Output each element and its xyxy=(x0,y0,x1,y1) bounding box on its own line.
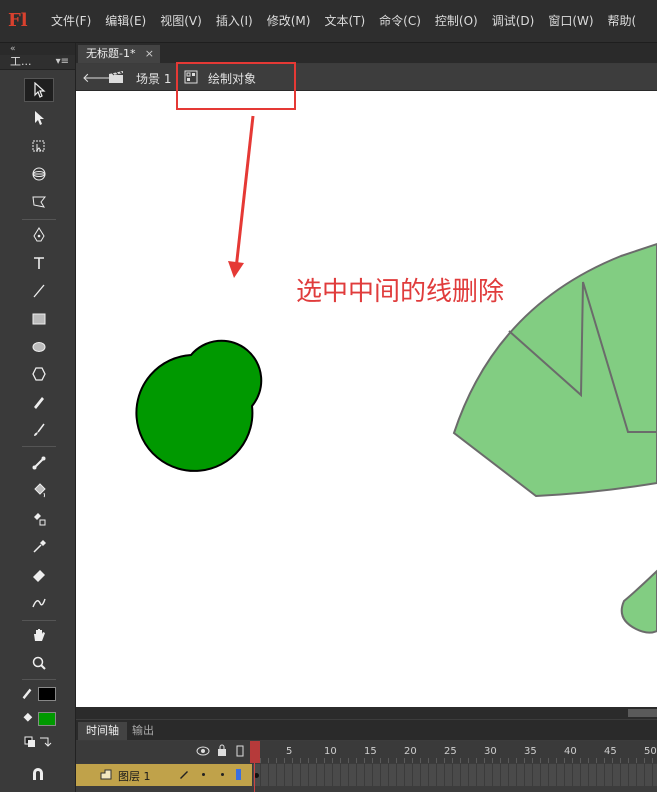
tab-timeline[interactable]: 时间轴 xyxy=(78,722,127,740)
layer-row[interactable]: 图层 1 xyxy=(76,764,657,786)
tools-panel: « 工... ▾≡ xyxy=(0,43,76,792)
highlight-box xyxy=(176,62,296,110)
tools-panel-header: 工... ▾≡ xyxy=(0,55,75,70)
frame-number: 35 xyxy=(524,746,537,757)
menu-view[interactable]: 视图(V) xyxy=(153,12,209,29)
polystar-tool-icon[interactable] xyxy=(24,362,54,386)
lasso-tool-icon[interactable] xyxy=(24,190,54,214)
stage-canvas[interactable]: 选中中间的线删除 xyxy=(76,91,657,707)
menu-debug[interactable]: 调试(D) xyxy=(485,12,542,29)
annotation-text: 选中中间的线删除 xyxy=(296,277,505,307)
eyedropper-tool-icon[interactable] xyxy=(24,535,54,559)
stroke-color-icon xyxy=(20,686,34,700)
document-tab[interactable]: 无标题-1* × xyxy=(78,45,160,63)
pencil-icon xyxy=(178,768,190,783)
lock-icon[interactable] xyxy=(217,744,227,759)
swap-colors-icon[interactable] xyxy=(24,735,52,749)
hand-tool-icon[interactable] xyxy=(24,623,54,647)
text-tool-icon[interactable] xyxy=(24,251,54,275)
pen-tool-icon[interactable] xyxy=(24,223,54,247)
menu-edit[interactable]: 编辑(E) xyxy=(98,12,153,29)
layer-name[interactable]: 图层 1 xyxy=(118,768,151,784)
timeline-tab-bar: 时间轴 输出 xyxy=(76,720,657,740)
tool-divider xyxy=(22,620,56,621)
stem-shape[interactable] xyxy=(620,569,657,634)
frame-number: 25 xyxy=(444,746,457,757)
frame-number: 40 xyxy=(564,746,577,757)
frame-number: 15 xyxy=(364,746,377,757)
fill-color-swatch[interactable] xyxy=(38,712,56,726)
frame-number: 50 xyxy=(644,746,657,757)
document-tab-title: 无标题-1* xyxy=(86,47,136,60)
scene-clapper-icon xyxy=(108,70,124,84)
stage-artwork xyxy=(135,115,657,634)
eye-icon[interactable] xyxy=(196,745,210,759)
free-transform-tool-icon[interactable] xyxy=(24,134,54,158)
layer-name-cell[interactable]: 图层 1 xyxy=(76,764,252,786)
menu-bar: Fl 文件(F) 编辑(E) 视图(V) 插入(I) 修改(M) 文本(T) 命… xyxy=(0,0,657,43)
width-tool-icon[interactable] xyxy=(24,591,54,615)
collapse-panel-icon[interactable]: « xyxy=(0,43,75,55)
close-icon[interactable]: × xyxy=(145,45,154,63)
tool-divider xyxy=(22,679,56,680)
scrollbar-thumb[interactable] xyxy=(628,709,657,717)
menu-modify[interactable]: 修改(M) xyxy=(260,12,318,29)
frame-number: 20 xyxy=(404,746,417,757)
frame-number: 5 xyxy=(286,746,293,757)
playhead[interactable] xyxy=(250,741,260,792)
layer-icon xyxy=(100,769,112,784)
line-tool-icon[interactable] xyxy=(24,279,54,303)
green-blob-shape[interactable] xyxy=(135,339,263,472)
scene-breadcrumb[interactable]: 场景 1 xyxy=(136,70,171,87)
menu-items: 文件(F) 编辑(E) 视图(V) 插入(I) 修改(M) 文本(T) 命令(C… xyxy=(44,12,643,29)
brush-tool-icon[interactable] xyxy=(24,418,54,442)
menu-help[interactable]: 帮助( xyxy=(601,12,644,29)
outline-color-box[interactable] xyxy=(236,769,241,780)
outline-icon[interactable] xyxy=(236,745,244,760)
red-arrow-annotation xyxy=(228,115,255,278)
tool-divider xyxy=(22,219,56,220)
lock-dot[interactable] xyxy=(221,773,224,776)
selection-tool-icon[interactable] xyxy=(24,78,54,102)
visibility-dot[interactable] xyxy=(202,773,205,776)
bone-tool-icon[interactable] xyxy=(24,451,54,475)
menu-file[interactable]: 文件(F) xyxy=(44,12,98,29)
stroke-color-swatch[interactable] xyxy=(38,687,56,701)
horizontal-scrollbar[interactable] xyxy=(76,707,657,719)
flash-logo: Fl xyxy=(8,10,28,31)
breadcrumb: 🡐 场景 1 绘制对象 xyxy=(76,64,657,91)
fill-color-icon xyxy=(20,712,34,726)
tab-output[interactable]: 输出 xyxy=(124,722,162,740)
playhead-cap[interactable] xyxy=(250,741,260,763)
menu-control[interactable]: 控制(O) xyxy=(428,12,485,29)
tool-divider xyxy=(22,446,56,447)
menu-insert[interactable]: 插入(I) xyxy=(209,12,260,29)
paint-bucket-tool-icon[interactable] xyxy=(24,479,54,503)
pencil-tool-icon[interactable] xyxy=(24,390,54,414)
frame-number: 10 xyxy=(324,746,337,757)
layer-frames[interactable] xyxy=(252,764,657,786)
panel-options-icon[interactable]: ▾≡ xyxy=(56,55,69,69)
document-tab-bar: 无标题-1* × xyxy=(76,43,657,63)
timeline-header: 1 5 10 15 20 25 30 35 40 45 50 xyxy=(76,741,657,763)
tools-panel-title: 工... xyxy=(10,55,32,68)
frame-number: 30 xyxy=(484,746,497,757)
menu-text[interactable]: 文本(T) xyxy=(317,12,372,29)
rectangle-tool-icon[interactable] xyxy=(24,307,54,331)
zoom-tool-icon[interactable] xyxy=(24,651,54,675)
3d-rotation-tool-icon[interactable] xyxy=(24,162,54,186)
ink-bottle-tool-icon[interactable] xyxy=(24,507,54,531)
frame-ruler[interactable]: 1 5 10 15 20 25 30 35 40 45 50 xyxy=(252,741,657,763)
playhead-line xyxy=(254,763,255,792)
menu-window[interactable]: 窗口(W) xyxy=(541,12,600,29)
subselection-tool-icon[interactable] xyxy=(24,106,54,130)
oval-tool-icon[interactable] xyxy=(24,335,54,359)
snap-magnet-icon[interactable] xyxy=(30,766,46,782)
eraser-tool-icon[interactable] xyxy=(24,563,54,587)
menu-commands[interactable]: 命令(C) xyxy=(372,12,428,29)
frame-number: 45 xyxy=(604,746,617,757)
